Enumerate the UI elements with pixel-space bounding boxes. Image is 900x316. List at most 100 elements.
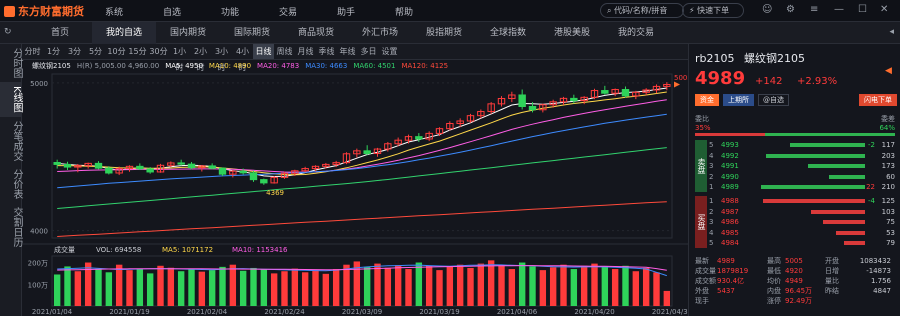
volume-bar[interactable] (405, 269, 412, 306)
view-tab-price-table[interactable]: 分价表 (0, 165, 22, 203)
volume-bar[interactable] (653, 272, 660, 306)
tab-my-watchlist[interactable]: 我的自选 (92, 22, 156, 44)
period-11[interactable]: 日线 (253, 44, 274, 59)
volume-bar[interactable] (250, 267, 257, 306)
period-14[interactable]: 季线 (316, 44, 337, 59)
ask-row[interactable]: 3 4991 173 (709, 161, 895, 171)
volume-bar[interactable] (291, 268, 299, 306)
menu-item-help[interactable]: 帮助 (395, 5, 453, 18)
period-3[interactable]: 5分 (85, 44, 106, 59)
volume-bar[interactable] (384, 267, 392, 306)
period-1[interactable]: 1分 (43, 44, 64, 59)
volume-bar[interactable] (642, 267, 650, 306)
volume-bar[interactable] (74, 271, 82, 306)
period-12[interactable]: 周线 (274, 44, 295, 59)
volume-bar[interactable] (136, 268, 144, 306)
volume-bar[interactable] (663, 290, 671, 306)
alert-icon[interactable]: ◀ (885, 66, 897, 80)
volume-bar[interactable] (157, 265, 164, 306)
period-15[interactable]: 年线 (337, 44, 358, 59)
volume-bar[interactable] (95, 269, 102, 306)
volume-bar[interactable] (146, 273, 154, 306)
volume-bar[interactable] (560, 264, 567, 306)
period-4[interactable]: 10分 (106, 44, 127, 59)
volume-bar[interactable] (188, 269, 195, 306)
quick-trade-button[interactable]: ⚡ 快速下单 (682, 3, 744, 18)
tab-domestic-futures[interactable]: 国内期货 (156, 22, 220, 44)
chart-canvas[interactable]: 5000 4000 200万 100万 5005 4369 成交量 VOL: 694558 MA… (22, 60, 688, 316)
candle-body[interactable] (260, 179, 268, 184)
volume-bar[interactable] (415, 262, 423, 306)
period-7[interactable]: 1小时 (169, 44, 190, 72)
tab-global-index[interactable]: 全球指数 (476, 22, 540, 44)
volume-bar[interactable] (53, 274, 61, 306)
volume-bar[interactable] (446, 266, 454, 306)
volume-bar[interactable] (539, 270, 547, 306)
view-tab-intraday[interactable]: 分时图 (0, 44, 22, 82)
menu-item-watchlist[interactable]: 自选 (163, 5, 221, 18)
volume-bar[interactable] (198, 271, 206, 306)
volume-bar[interactable] (105, 272, 113, 306)
volume-bar[interactable] (518, 262, 526, 306)
period-13[interactable]: 月线 (295, 44, 316, 59)
flash-order-button[interactable]: 闪电下单 (859, 94, 897, 106)
collapse-icon[interactable]: ◂ (889, 27, 894, 37)
maximize-icon[interactable]: ☐ (858, 4, 867, 15)
candle-body[interactable] (621, 89, 630, 97)
volume-bar[interactable] (363, 266, 371, 306)
volume-bar[interactable] (394, 265, 402, 306)
ask-row[interactable]: 2 4990 60 (709, 172, 895, 182)
volume-bar[interactable] (477, 263, 485, 306)
volume-bar[interactable] (601, 266, 609, 306)
candle-body[interactable] (239, 170, 247, 174)
ask-row[interactable]: 4 4992 203 (709, 151, 895, 161)
bid-row[interactable]: 5 4984 79 (709, 238, 895, 248)
candle-body[interactable] (601, 90, 609, 94)
bid-row[interactable]: 4 4985 53 (709, 228, 895, 238)
ask-row[interactable]: 5 4993 -2 117 (709, 140, 895, 150)
volume-bar[interactable] (219, 266, 226, 306)
tab-intl-futures[interactable]: 国际期货 (220, 22, 284, 44)
volume-bar[interactable] (208, 270, 216, 306)
volume-bar[interactable] (301, 272, 309, 306)
tab-my-trade[interactable]: 我的交易 (604, 22, 668, 44)
volume-bar[interactable] (611, 269, 619, 306)
menu-item-trade[interactable]: 交易 (279, 5, 337, 18)
candle-body[interactable] (63, 163, 72, 168)
add-watchlist-button[interactable]: @自选 (758, 94, 789, 106)
volume-bar[interactable] (64, 266, 71, 306)
tab-index-futures[interactable]: 股指期货 (412, 22, 476, 44)
volume-bar[interactable] (591, 263, 598, 306)
volume-bar[interactable] (177, 271, 185, 306)
tab-home[interactable]: 首页 (28, 22, 92, 44)
ask-row[interactable]: 1 4989 22 210 (709, 182, 895, 192)
exchange-button[interactable]: 上期所 (723, 94, 754, 106)
period-8[interactable]: 2小时 (190, 44, 211, 72)
menu-item-functions[interactable]: 功能 (221, 5, 279, 18)
volume-bar[interactable] (570, 269, 578, 306)
view-tab-delivery[interactable]: 交割日历 (0, 203, 22, 251)
tab-hk-us[interactable]: 港股美股 (540, 22, 604, 44)
volume-bar[interactable] (229, 264, 237, 306)
view-tab-kline[interactable]: K线图 (0, 82, 22, 117)
volume-bar[interactable] (580, 265, 588, 306)
period-2[interactable]: 3分 (64, 44, 85, 59)
menu-item-assistant[interactable]: 助手 (337, 5, 395, 18)
candle-body[interactable] (53, 162, 61, 165)
refresh-icon[interactable]: ↻ (4, 27, 12, 37)
volume-bar[interactable] (115, 264, 123, 306)
candle-body[interactable] (518, 94, 526, 108)
search-input[interactable]: ⌕ 代码/名称/拼音 (600, 3, 684, 18)
bid-row[interactable]: 2 4987 103 (709, 207, 895, 217)
volume-bar[interactable] (436, 270, 443, 306)
funds-button[interactable]: 资金 (695, 94, 719, 106)
tab-spot[interactable]: 商品现货 (284, 22, 348, 44)
candle-body[interactable] (177, 162, 185, 165)
candle-body[interactable] (363, 150, 371, 154)
bid-row[interactable]: 3 4986 75 (709, 217, 895, 227)
candle-body[interactable] (187, 163, 196, 169)
volume-bar[interactable] (322, 273, 330, 306)
user-icon[interactable]: ☺ (762, 4, 772, 15)
volume-bar[interactable] (549, 267, 557, 306)
volume-bar[interactable] (270, 273, 278, 306)
